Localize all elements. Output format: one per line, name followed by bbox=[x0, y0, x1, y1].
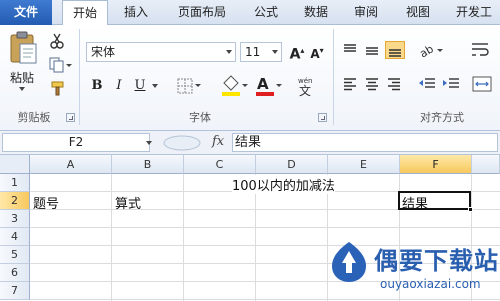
group-separator bbox=[333, 29, 334, 125]
merge-center-icon[interactable] bbox=[472, 75, 494, 93]
row-header-3[interactable]: 3 bbox=[0, 210, 30, 228]
chevron-down-icon bbox=[226, 50, 232, 54]
watermark-url: ouyaoxiazai.com bbox=[380, 277, 481, 291]
copy-icon[interactable] bbox=[49, 57, 73, 73]
italic-icon[interactable]: I bbox=[110, 77, 128, 95]
row-header-4[interactable]: 4 bbox=[0, 228, 30, 246]
paste-button-label[interactable]: 粘贴 bbox=[10, 69, 34, 86]
borders-icon[interactable] bbox=[176, 77, 202, 95]
bottom-align-icon bbox=[389, 49, 401, 57]
formula-bar: F2 fx 结果 bbox=[0, 131, 500, 155]
group-separator bbox=[79, 29, 80, 125]
font-size-combo[interactable]: 11 bbox=[240, 42, 282, 62]
phonetic-guide-icon[interactable]: wén 文 bbox=[296, 75, 318, 97]
fill-handle[interactable] bbox=[468, 207, 473, 212]
font-size-value: 11 bbox=[245, 45, 261, 59]
tab-review[interactable]: 审阅 bbox=[346, 0, 386, 25]
cut-icon[interactable] bbox=[50, 33, 64, 49]
chevron-down-icon bbox=[272, 50, 278, 54]
wrap-text-icon[interactable] bbox=[470, 40, 490, 60]
tab-view[interactable]: 视图 bbox=[398, 0, 438, 25]
column-header-b[interactable]: B bbox=[112, 155, 184, 174]
column-header-c[interactable]: C bbox=[184, 155, 256, 174]
row-header-1[interactable]: 1 bbox=[0, 174, 30, 192]
name-box[interactable]: F2 bbox=[2, 133, 150, 152]
column-header-d[interactable]: D bbox=[256, 155, 328, 174]
align-left-icon[interactable] bbox=[342, 76, 358, 92]
row-header-5[interactable]: 5 bbox=[0, 246, 30, 264]
middle-align-icon[interactable] bbox=[364, 42, 380, 58]
tab-file[interactable]: 文件 bbox=[0, 0, 52, 25]
align-right-icon[interactable] bbox=[386, 76, 402, 92]
cell-a2[interactable]: 题号 bbox=[33, 193, 59, 212]
grid-line bbox=[30, 227, 500, 228]
paste-dropdown-icon[interactable] bbox=[19, 87, 25, 91]
font-group-label: 字体 bbox=[189, 111, 211, 124]
font-launcher-icon[interactable] bbox=[318, 113, 327, 122]
row-header-6[interactable]: 6 bbox=[0, 264, 30, 282]
top-align-icon[interactable] bbox=[342, 42, 358, 58]
tab-insert[interactable]: 插入 bbox=[114, 0, 158, 25]
tab-developer[interactable]: 开发工 bbox=[450, 0, 500, 25]
clipboard-group-label: 剪贴板 bbox=[17, 111, 51, 124]
svg-text:ab: ab bbox=[418, 42, 436, 60]
tab-data[interactable]: 数据 bbox=[296, 0, 336, 25]
row-header-7[interactable]: 7 bbox=[0, 282, 30, 300]
formula-bar-splitter[interactable] bbox=[162, 135, 202, 151]
underline-icon[interactable]: U bbox=[131, 77, 149, 95]
name-box-dropdown-icon[interactable] bbox=[146, 141, 152, 145]
active-cell-border[interactable] bbox=[398, 191, 471, 210]
bold-icon[interactable]: B bbox=[88, 77, 106, 95]
underline-dropdown-icon[interactable] bbox=[152, 84, 158, 88]
tab-page-layout[interactable]: 页面布局 bbox=[166, 0, 238, 25]
select-all-corner[interactable] bbox=[0, 155, 30, 174]
ribbon-tab-bar: 文件 开始 插入 页面布局 公式 数据 审阅 视图 开发工 bbox=[0, 0, 500, 26]
clipboard-launcher-icon[interactable] bbox=[66, 113, 75, 122]
grid-line bbox=[30, 299, 500, 300]
bottom-align-button[interactable] bbox=[385, 41, 405, 59]
formula-input[interactable]: 结果 bbox=[232, 133, 498, 152]
grow-font-icon[interactable]: A▴ bbox=[288, 42, 306, 63]
increase-indent-icon[interactable] bbox=[442, 76, 460, 92]
fill-color-icon[interactable] bbox=[220, 74, 248, 98]
align-center-icon[interactable] bbox=[364, 76, 380, 92]
cell-d1[interactable]: 100以内的加减法 bbox=[232, 175, 335, 194]
font-name-value: 宋体 bbox=[91, 45, 116, 59]
watermark-title: 偶要下载站 bbox=[374, 247, 499, 275]
insert-function-icon[interactable]: fx bbox=[212, 134, 224, 149]
row-header-2[interactable]: 2 bbox=[0, 192, 30, 210]
column-header-g[interactable] bbox=[472, 155, 500, 174]
decrease-indent-icon[interactable] bbox=[418, 76, 436, 92]
tab-formulas[interactable]: 公式 bbox=[246, 0, 286, 25]
shrink-font-icon[interactable]: A▾ bbox=[308, 42, 326, 61]
column-header-f[interactable]: F bbox=[400, 155, 472, 174]
ribbon: 粘贴 剪贴板 宋体 11 A▴ A▾ B I U A wén 文 字体 ab 对… bbox=[0, 25, 500, 131]
orientation-icon[interactable]: ab bbox=[418, 40, 444, 60]
watermark-logo-icon bbox=[332, 242, 366, 282]
alignment-group-label: 对齐方式 bbox=[420, 111, 464, 124]
tab-home[interactable]: 开始 bbox=[62, 0, 108, 26]
font-color-icon[interactable]: A bbox=[254, 74, 282, 98]
svg-text:A: A bbox=[257, 75, 269, 93]
column-header-e[interactable]: E bbox=[328, 155, 400, 174]
column-header-a[interactable]: A bbox=[30, 155, 112, 174]
paste-icon[interactable] bbox=[8, 31, 38, 65]
cell-b2[interactable]: 算式 bbox=[115, 193, 141, 212]
format-painter-icon[interactable] bbox=[50, 80, 66, 96]
svg-text:文: 文 bbox=[299, 83, 311, 97]
font-name-combo[interactable]: 宋体 bbox=[86, 42, 236, 62]
